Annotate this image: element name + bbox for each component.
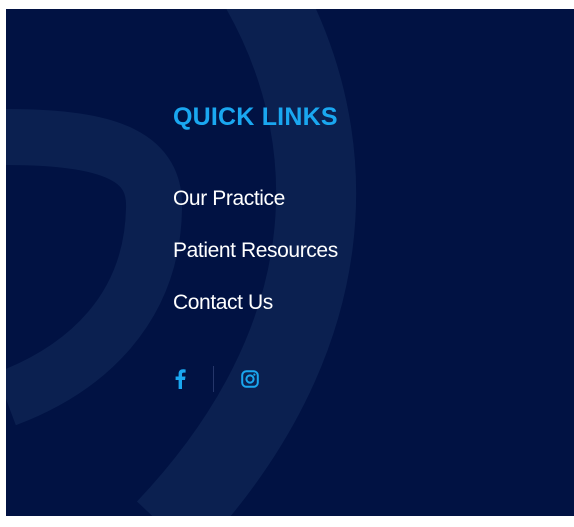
social-divider (213, 366, 214, 392)
facebook-link[interactable] (173, 367, 187, 391)
patient-resources-link[interactable]: Patient Resources (173, 237, 338, 265)
quick-links-heading: QUICK LINKS (173, 103, 338, 131)
list-item: Our Practice (173, 185, 338, 237)
social-links (173, 364, 260, 394)
instagram-icon (241, 370, 259, 388)
list-item: Patient Resources (173, 237, 338, 289)
facebook-icon (175, 369, 186, 389)
list-item: Contact Us (173, 289, 338, 341)
our-practice-link[interactable]: Our Practice (173, 185, 285, 213)
quick-links-list: Our Practice Patient Resources Contact U… (173, 185, 338, 341)
contact-us-link[interactable]: Contact Us (173, 289, 273, 317)
instagram-link[interactable] (240, 367, 260, 391)
footer-panel: QUICK LINKS Our Practice Patient Resourc… (6, 9, 574, 516)
